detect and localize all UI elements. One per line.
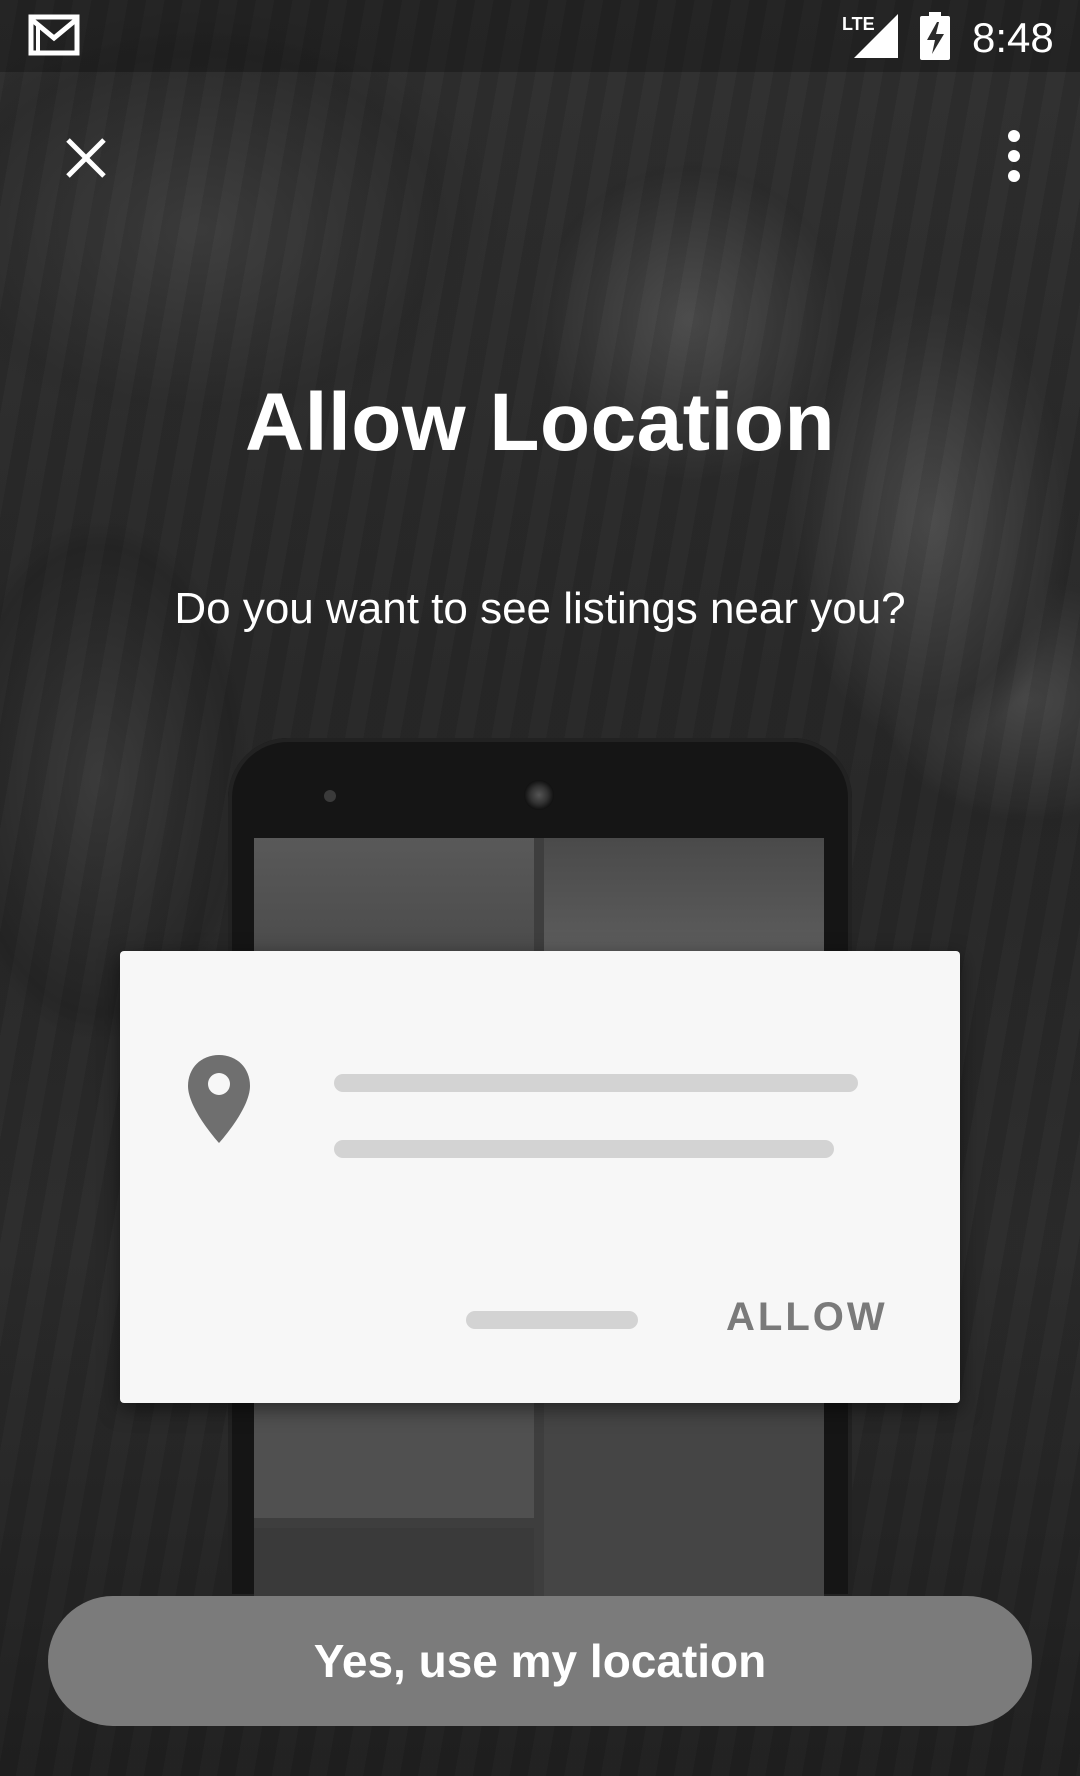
placeholder-text-line xyxy=(334,1074,858,1092)
gmail-icon xyxy=(28,14,80,56)
allow-label: ALLOW xyxy=(726,1295,888,1339)
clock: 8:48 xyxy=(972,14,1054,61)
phone-sensor xyxy=(324,790,336,802)
listing-image xyxy=(544,1398,824,1598)
close-icon[interactable] xyxy=(58,130,114,186)
more-vert-icon[interactable] xyxy=(990,124,1038,188)
phone-speaker xyxy=(524,780,554,810)
placeholder-text-line xyxy=(334,1140,834,1158)
battery-charging-icon xyxy=(920,12,950,60)
page-title: Allow Location xyxy=(244,377,836,468)
listing-image xyxy=(544,838,824,958)
listing-image xyxy=(254,838,534,958)
status-bar: LTE 8:48 xyxy=(0,0,1080,72)
location-pin-icon xyxy=(188,1055,250,1143)
placeholder-button xyxy=(466,1311,638,1329)
listing-image xyxy=(254,1398,534,1518)
listing-image xyxy=(254,1528,534,1598)
lte-signal-icon: LTE xyxy=(842,14,898,58)
lte-label: LTE xyxy=(842,14,875,34)
page-subtitle: Do you want to see listings near you? xyxy=(174,584,906,633)
use-my-location-button[interactable]: Yes, use my location xyxy=(48,1596,1032,1726)
permission-dialog-illustration: ALLOW xyxy=(120,951,960,1403)
